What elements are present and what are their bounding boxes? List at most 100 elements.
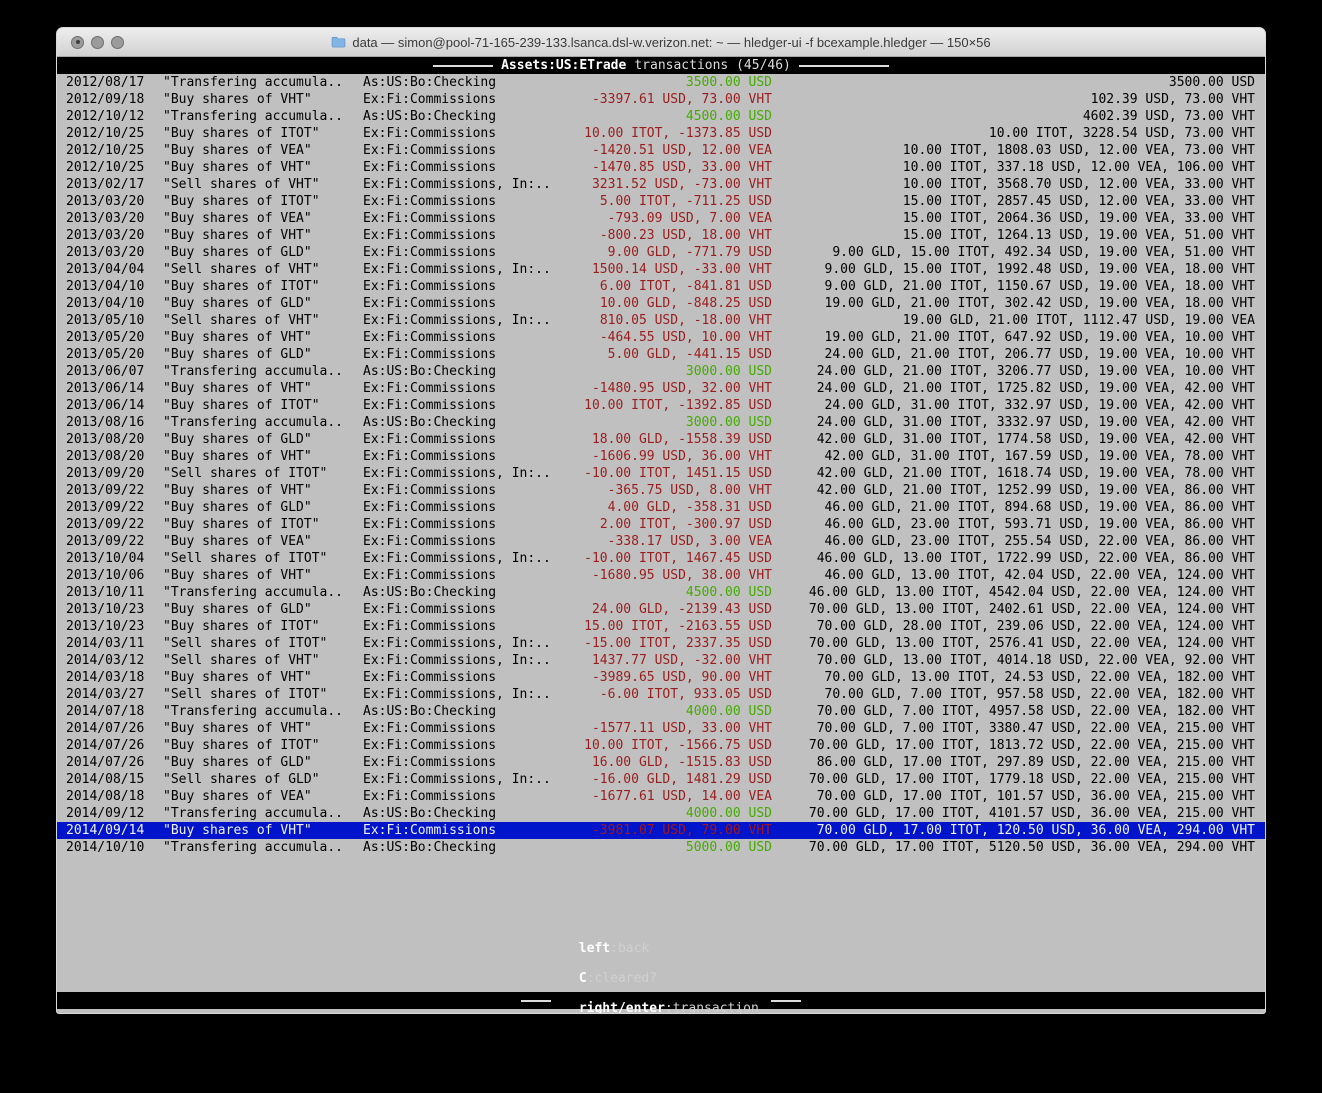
transaction-date: 2013/03/20 [66,227,163,244]
running-balance: 24.00 GLD, 21.00 ITOT, 3206.77 USD, 19.0… [772,363,1265,380]
transaction-amount: 1500.14 USD, -33.00 VHT [563,261,772,278]
transaction-row[interactable]: 2012/09/18 "Buy shares of VHT" Ex:Fi:Com… [57,91,1265,108]
transaction-row[interactable]: 2014/07/26 "Buy shares of GLD" Ex:Fi:Com… [57,754,1265,771]
transaction-description: "Sell shares of VHT" [163,176,363,193]
transaction-date: 2013/09/20 [66,465,163,482]
transaction-description: "Buy shares of VHT" [163,448,363,465]
transaction-row[interactable]: 2013/04/10 "Buy shares of ITOT" Ex:Fi:Co… [57,278,1265,295]
transaction-account: Ex:Fi:Commissions [363,295,563,312]
header-rule-left [433,65,493,67]
hledger-screen[interactable]: Assets:US:ETrade transactions (45/46) 20… [57,57,1265,1011]
running-balance: 70.00 GLD, 13.00 ITOT, 2402.61 USD, 22.0… [772,601,1265,618]
transaction-amount: 4000.00 USD [563,703,772,720]
transaction-row[interactable]: 2014/08/15 "Sell shares of GLD" Ex:Fi:Co… [57,771,1265,788]
transaction-row[interactable]: 2013/06/14 "Buy shares of ITOT" Ex:Fi:Co… [57,397,1265,414]
transaction-description: "Buy shares of VEA" [163,788,363,805]
transaction-row[interactable]: 2013/06/07 "Transfering accumula.. As:US… [57,363,1265,380]
transaction-amount: 810.05 USD, -18.00 VHT [563,312,772,329]
transaction-row[interactable]: 2012/10/12 "Transfering accumula.. As:US… [57,108,1265,125]
transaction-row[interactable]: 2014/07/26 "Buy shares of ITOT" Ex:Fi:Co… [57,737,1265,754]
transaction-date: 2013/02/17 [66,176,163,193]
transaction-date: 2013/10/23 [66,601,163,618]
transaction-date: 2012/10/25 [66,159,163,176]
transaction-amount: 3000.00 USD [563,363,772,380]
transaction-row[interactable]: 2014/07/26 "Buy shares of VHT" Ex:Fi:Com… [57,720,1265,737]
transaction-row[interactable]: 2014/03/18 "Buy shares of VHT" Ex:Fi:Com… [57,669,1265,686]
transaction-amount: 4500.00 USD [563,108,772,125]
transaction-description: "Buy shares of GLD" [163,346,363,363]
transaction-amount: -10.00 ITOT, 1451.15 USD [563,465,772,482]
transaction-row[interactable]: 2013/02/17 "Sell shares of VHT" Ex:Fi:Co… [57,176,1265,193]
transaction-account: Ex:Fi:Commissions [363,193,563,210]
transaction-row[interactable]: 2014/08/18 "Buy shares of VEA" Ex:Fi:Com… [57,788,1265,805]
transaction-description: "Sell shares of VHT" [163,312,363,329]
transaction-row[interactable]: 2013/04/04 "Sell shares of VHT" Ex:Fi:Co… [57,261,1265,278]
transaction-row[interactable]: 2013/03/20 "Buy shares of VEA" Ex:Fi:Com… [57,210,1265,227]
transaction-date: 2012/10/25 [66,125,163,142]
transaction-row[interactable]: 2013/09/22 "Buy shares of VEA" Ex:Fi:Com… [57,533,1265,550]
transaction-date: 2013/06/14 [66,397,163,414]
running-balance: 42.00 GLD, 21.00 ITOT, 1618.74 USD, 19.0… [772,465,1265,482]
transaction-row[interactable]: 2013/09/22 "Buy shares of VHT" Ex:Fi:Com… [57,482,1265,499]
transaction-row[interactable]: 2013/06/14 "Buy shares of VHT" Ex:Fi:Com… [57,380,1265,397]
transaction-row[interactable]: 2013/05/20 "Buy shares of GLD" Ex:Fi:Com… [57,346,1265,363]
transaction-account: Ex:Fi:Commissions [363,618,563,635]
transaction-account: Ex:Fi:Commissions [363,244,563,261]
transaction-row[interactable]: 2013/08/20 "Buy shares of VHT" Ex:Fi:Com… [57,448,1265,465]
transaction-row[interactable]: 2012/10/25 "Buy shares of ITOT" Ex:Fi:Co… [57,125,1265,142]
transaction-row[interactable]: 2014/07/18 "Transfering accumula.. As:US… [57,703,1265,720]
transaction-account: Ex:Fi:Commissions [363,397,563,414]
transaction-date: 2013/09/22 [66,482,163,499]
transaction-row[interactable]: 2014/10/10 "Transfering accumula.. As:US… [57,839,1265,856]
transaction-row[interactable]: 2013/09/22 "Buy shares of GLD" Ex:Fi:Com… [57,499,1265,516]
transaction-date: 2014/07/18 [66,703,163,720]
transaction-account: Ex:Fi:Commissions [363,822,563,839]
transaction-description: "Buy shares of VHT" [163,91,363,108]
transaction-row[interactable]: 2013/05/20 "Buy shares of VHT" Ex:Fi:Com… [57,329,1265,346]
transaction-row[interactable]: 2013/03/20 "Buy shares of GLD" Ex:Fi:Com… [57,244,1265,261]
transaction-amount: 10.00 ITOT, -1392.85 USD [563,397,772,414]
transaction-row[interactable]: 2013/03/20 "Buy shares of VHT" Ex:Fi:Com… [57,227,1265,244]
transaction-row[interactable]: 2013/08/20 "Buy shares of GLD" Ex:Fi:Com… [57,431,1265,448]
running-balance: 24.00 GLD, 21.00 ITOT, 1725.82 USD, 19.0… [772,380,1265,397]
transaction-row[interactable]: 2013/10/23 "Buy shares of ITOT" Ex:Fi:Co… [57,618,1265,635]
transaction-description: "Buy shares of ITOT" [163,125,363,142]
transaction-row[interactable]: 2013/10/04 "Sell shares of ITOT" Ex:Fi:C… [57,550,1265,567]
transaction-description: "Sell shares of ITOT" [163,686,363,703]
transaction-date: 2014/09/14 [66,822,163,839]
transaction-row[interactable]: 2013/09/20 "Sell shares of ITOT" Ex:Fi:C… [57,465,1265,482]
transaction-row[interactable]: 2013/10/06 "Buy shares of VHT" Ex:Fi:Com… [57,567,1265,584]
transaction-row[interactable]: 2014/09/12 "Transfering accumula.. As:US… [57,805,1265,822]
transaction-date: 2014/08/15 [66,771,163,788]
running-balance: 70.00 GLD, 17.00 ITOT, 5120.50 USD, 36.0… [772,839,1265,856]
transaction-row[interactable]: 2014/03/11 "Sell shares of ITOT" Ex:Fi:C… [57,635,1265,652]
running-balance: 70.00 GLD, 13.00 ITOT, 4014.18 USD, 22.0… [772,652,1265,669]
transaction-row[interactable]: 2014/03/12 "Sell shares of VHT" Ex:Fi:Co… [57,652,1265,669]
running-balance: 10.00 ITOT, 1808.03 USD, 12.00 VEA, 73.0… [772,142,1265,159]
transaction-row[interactable]: 2013/05/10 "Sell shares of VHT" Ex:Fi:Co… [57,312,1265,329]
transaction-account: Ex:Fi:Commissions [363,533,563,550]
running-balance: 70.00 GLD, 17.00 ITOT, 120.50 USD, 36.00… [772,822,1265,839]
register-header: Assets:US:ETrade transactions (45/46) [57,57,1265,74]
transaction-date: 2014/10/10 [66,839,163,856]
transaction-description: "Buy shares of GLD" [163,244,363,261]
transaction-row[interactable]: 2012/10/25 "Buy shares of VEA" Ex:Fi:Com… [57,142,1265,159]
transaction-account: Ex:Fi:Commissions, In:.. [363,550,563,567]
transaction-row[interactable]: 2013/10/11 "Transfering accumula.. As:US… [57,584,1265,601]
transaction-row[interactable]: 2014/03/27 "Sell shares of ITOT" Ex:Fi:C… [57,686,1265,703]
transaction-row[interactable]: 2013/03/20 "Buy shares of ITOT" Ex:Fi:Co… [57,193,1265,210]
transaction-row[interactable]: 2012/10/25 "Buy shares of VHT" Ex:Fi:Com… [57,159,1265,176]
transaction-row[interactable]: 2013/08/16 "Transfering accumula.. As:US… [57,414,1265,431]
transaction-row[interactable]: 2013/10/23 "Buy shares of GLD" Ex:Fi:Com… [57,601,1265,618]
transaction-amount: 10.00 ITOT, -1373.85 USD [563,125,772,142]
help-key: right/enter [579,1001,665,1014]
window-titlebar[interactable]: data — simon@pool-71-165-239-133.lsanca.… [57,28,1265,57]
transaction-row[interactable]: 2013/04/10 "Buy shares of GLD" Ex:Fi:Com… [57,295,1265,312]
zoom-button[interactable] [111,36,124,49]
transaction-row[interactable]: 2012/08/17 "Transfering accumula.. As:US… [57,74,1265,91]
transaction-account: Ex:Fi:Commissions [363,91,563,108]
transaction-row[interactable]: 2013/09/22 "Buy shares of ITOT" Ex:Fi:Co… [57,516,1265,533]
transaction-row[interactable]: 2014/09/14 "Buy shares of VHT" Ex:Fi:Com… [57,822,1265,839]
minimize-button[interactable] [91,36,104,49]
close-button[interactable] [71,36,84,49]
